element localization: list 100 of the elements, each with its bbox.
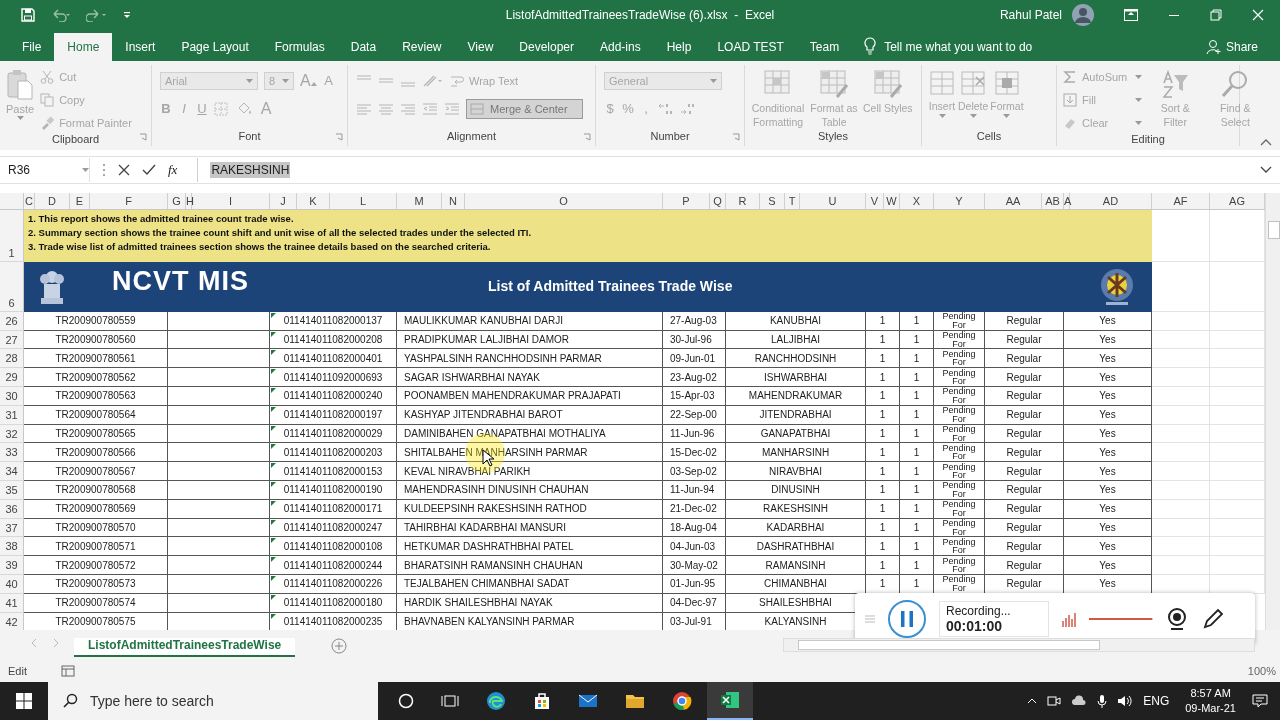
column-header[interactable]: U xyxy=(800,192,866,209)
column-header[interactable]: AD xyxy=(1070,192,1152,209)
save-icon[interactable] xyxy=(20,6,36,23)
row-number[interactable]: 39 xyxy=(0,556,24,575)
row-number[interactable]: 34 xyxy=(0,462,24,482)
column-header[interactable]: Q xyxy=(710,192,726,209)
tell-me-field[interactable]: Tell me what you want to do xyxy=(884,32,1033,61)
volume-icon[interactable] xyxy=(1117,694,1134,709)
expand-icon[interactable] xyxy=(1260,165,1272,174)
row-number[interactable]: 33 xyxy=(0,443,24,463)
name-box[interactable]: R36 xyxy=(0,157,90,182)
column-header[interactable]: X xyxy=(900,192,934,209)
close-icon[interactable] xyxy=(1252,8,1264,21)
row-number[interactable]: 30 xyxy=(0,387,24,406)
column-header[interactable]: A xyxy=(1064,192,1070,209)
ribbon-tab[interactable]: Review xyxy=(389,32,455,61)
ribbon-tab[interactable]: Formulas xyxy=(261,32,338,61)
ribbon-tab[interactable]: Data xyxy=(337,32,390,61)
ribbon-tab[interactable]: Help xyxy=(653,32,705,61)
store-bag-icon[interactable] xyxy=(533,692,551,711)
column-header[interactable]: H xyxy=(186,192,192,209)
drag-handle-icon[interactable] xyxy=(865,615,875,623)
column-header[interactable]: C xyxy=(24,192,35,209)
cloud-icon[interactable] xyxy=(1071,695,1088,708)
ribbon-tab[interactable]: LOAD TEST xyxy=(704,32,797,61)
ribbon-display-icon[interactable] xyxy=(1124,8,1138,21)
column-header[interactable]: S xyxy=(760,192,785,209)
horizontal-scrollbar[interactable] xyxy=(783,638,1255,653)
column-header[interactable]: Y xyxy=(934,192,985,209)
notification-icon[interactable] xyxy=(1252,694,1268,709)
column-header[interactable]: AB xyxy=(1042,192,1064,209)
share-button[interactable]: Share xyxy=(1205,32,1258,61)
user-avatar[interactable] xyxy=(1072,3,1094,26)
column-header[interactable]: R xyxy=(726,192,760,209)
spreadsheet-app-button[interactable] xyxy=(707,682,753,720)
column-header[interactable]: P xyxy=(663,192,710,209)
table-cell: TR200900780561 xyxy=(24,349,168,369)
row-number[interactable]: 40 xyxy=(0,575,24,594)
ribbon-tab[interactable]: Team xyxy=(796,32,853,61)
row-number[interactable]: 28 xyxy=(0,349,24,369)
webcam-icon[interactable] xyxy=(1165,607,1189,631)
column-header[interactable]: O xyxy=(465,192,663,209)
table-cell: 011414011082000190 xyxy=(270,481,397,500)
column-header[interactable]: E xyxy=(70,192,90,209)
table-cell: 011414011092000693 xyxy=(270,368,397,388)
column-header[interactable]: M xyxy=(397,192,442,209)
chevron-up-icon[interactable] xyxy=(1027,697,1038,706)
ribbon-tab[interactable]: Developer xyxy=(506,32,587,61)
ribbon-tab[interactable]: Add-ins xyxy=(587,32,654,61)
column-header[interactable]: J xyxy=(270,192,297,209)
column-header[interactable]: K xyxy=(297,192,330,209)
redo-icon[interactable] xyxy=(86,7,108,22)
lightbulb-icon[interactable] xyxy=(864,36,877,55)
pen-icon[interactable] xyxy=(1201,607,1225,631)
microphone-icon[interactable] xyxy=(1097,694,1108,709)
restore-icon[interactable] xyxy=(1210,8,1222,21)
column-header[interactable]: L xyxy=(330,192,397,209)
ribbon-tab[interactable]: View xyxy=(454,32,507,61)
customize-toolbar-icon[interactable] xyxy=(122,9,132,20)
row-number[interactable]: 6 xyxy=(0,261,24,312)
column-header[interactable]: T xyxy=(785,192,800,209)
row-number[interactable]: 38 xyxy=(0,537,24,557)
task-view-icon[interactable] xyxy=(441,693,459,710)
cortana-icon[interactable] xyxy=(398,693,414,710)
zoom-level[interactable]: 100% xyxy=(1247,665,1276,678)
column-header[interactable]: D xyxy=(35,192,70,209)
insert-function-button[interactable]: fx xyxy=(168,161,178,178)
column-header[interactable]: N xyxy=(442,192,465,209)
column-header[interactable]: F xyxy=(90,192,168,209)
cancel-icon[interactable] xyxy=(118,163,130,176)
meet-icon[interactable] xyxy=(1047,694,1062,709)
macro-icon[interactable] xyxy=(60,665,75,678)
column-header[interactable]: W xyxy=(884,192,900,209)
column-header[interactable]: AF xyxy=(1152,192,1210,209)
sheet-tab[interactable]: ListofAdmittedTraineesTradeWise xyxy=(74,638,296,658)
browser-wave-icon[interactable] xyxy=(486,691,506,712)
formula-input[interactable]: RAKESHSINH xyxy=(197,157,1248,182)
chrome-icon[interactable] xyxy=(672,691,692,712)
row-number[interactable]: 29 xyxy=(0,368,24,388)
taskbar-search-field[interactable]: Type here to search xyxy=(48,682,378,720)
column-header[interactable]: G xyxy=(168,192,186,209)
clock-time[interactable]: 8:57 AM xyxy=(1190,686,1231,702)
mail-icon[interactable] xyxy=(578,693,598,710)
add-sheet-icon[interactable] xyxy=(331,638,348,655)
enter-icon[interactable] xyxy=(142,163,156,176)
vertical-scrollbar[interactable] xyxy=(1265,192,1280,631)
ribbon-tab[interactable]: Home xyxy=(54,32,113,61)
column-header[interactable]: I xyxy=(192,192,270,209)
ribbon-tab[interactable]: Insert xyxy=(112,32,169,61)
folder-icon[interactable] xyxy=(625,693,645,710)
ribbon-tab[interactable]: File xyxy=(9,32,55,61)
clock-date[interactable]: 09-Mar-21 xyxy=(1185,701,1236,717)
column-header[interactable]: V xyxy=(866,192,884,209)
row-number[interactable]: 35 xyxy=(0,481,24,500)
windows-start-icon[interactable] xyxy=(16,693,32,710)
ribbon-tab[interactable]: Page Layout xyxy=(168,32,262,61)
column-header[interactable]: AA xyxy=(985,192,1042,209)
pause-button[interactable] xyxy=(887,599,927,639)
input-language[interactable]: ENG xyxy=(1143,694,1170,709)
row-number[interactable]: 1 xyxy=(0,209,24,262)
